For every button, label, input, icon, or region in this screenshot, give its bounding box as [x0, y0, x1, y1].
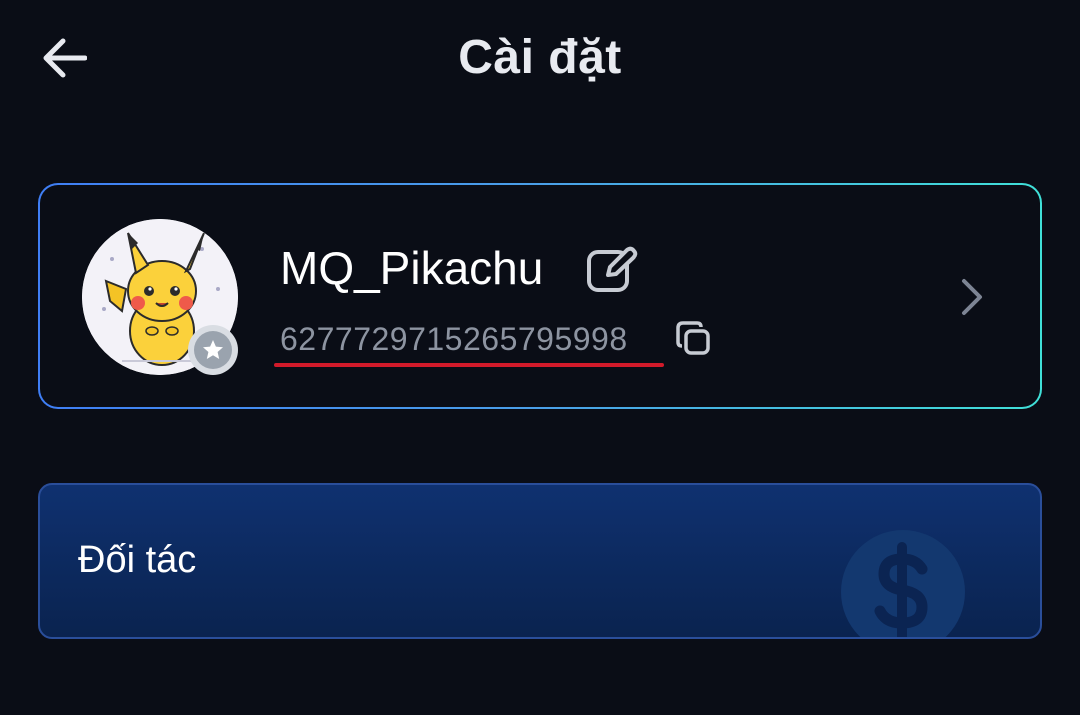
id-highlight-underline — [274, 363, 664, 367]
username: MQ_Pikachu — [280, 242, 544, 294]
chevron-right-button[interactable] — [954, 277, 988, 317]
dollar-icon — [841, 530, 965, 637]
profile-card[interactable]: MQ_Pikachu 6277729715265795998 — [38, 183, 1042, 409]
copy-icon — [676, 321, 710, 355]
edit-button[interactable] — [584, 241, 640, 297]
page-title: Cài đặt — [458, 31, 622, 84]
user-id: 6277729715265795998 — [280, 321, 628, 357]
partner-label: Đối tác — [78, 539, 197, 581]
chevron-right-icon — [962, 279, 982, 315]
copy-button[interactable] — [674, 319, 714, 359]
partner-card[interactable]: Đối tác — [38, 483, 1042, 639]
edit-icon — [587, 246, 638, 292]
star-badge-icon — [188, 325, 238, 375]
